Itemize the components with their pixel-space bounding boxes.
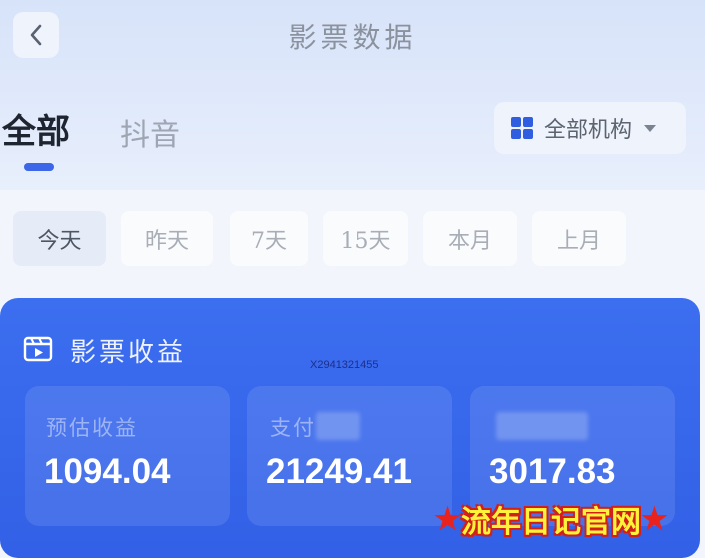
filter-yesterday[interactable]: 昨天 xyxy=(121,211,213,266)
metric-label-payment: 支付 xyxy=(270,416,316,440)
filter-this-month[interactable]: 本月 xyxy=(423,211,517,266)
card-title: 影票收益 xyxy=(70,338,187,368)
org-select-dropdown[interactable]: 全部机构 xyxy=(494,102,686,154)
site-watermark: ★ 流年日记官网 ★ xyxy=(405,500,697,541)
page-title: 影票数据 xyxy=(288,21,417,54)
metric-value-estimated: 1094.04 xyxy=(44,452,171,491)
tab-douyin[interactable]: 抖音 xyxy=(120,110,180,154)
filter-7days[interactable]: 7天 xyxy=(230,211,308,266)
grid-icon xyxy=(511,117,533,139)
metric-value-payment: 21249.41 xyxy=(266,452,412,491)
tab-all[interactable]: 全部 xyxy=(2,104,70,153)
star-icon: ★ xyxy=(434,501,461,537)
tab-active-indicator xyxy=(24,163,54,171)
date-filter-row: 今天 昨天 7天 15天 本月 上月 xyxy=(0,211,705,266)
watermark-id: X2941321455 xyxy=(310,359,379,371)
filter-last-month[interactable]: 上月 xyxy=(532,211,626,266)
metric-label-estimated: 预估收益 xyxy=(46,416,138,440)
caret-down-icon xyxy=(644,124,657,132)
star-icon: ★ xyxy=(641,501,668,537)
redacted-label-fragment xyxy=(316,412,360,440)
metric-value-third: 3017.83 xyxy=(489,452,616,491)
redacted-label xyxy=(496,412,588,440)
filter-15days[interactable]: 15天 xyxy=(323,211,408,266)
filter-today[interactable]: 今天 xyxy=(13,211,106,266)
site-watermark-text: 流年日记官网 xyxy=(461,505,641,540)
film-icon xyxy=(23,336,53,362)
org-select-label: 全部机构 xyxy=(544,118,633,143)
